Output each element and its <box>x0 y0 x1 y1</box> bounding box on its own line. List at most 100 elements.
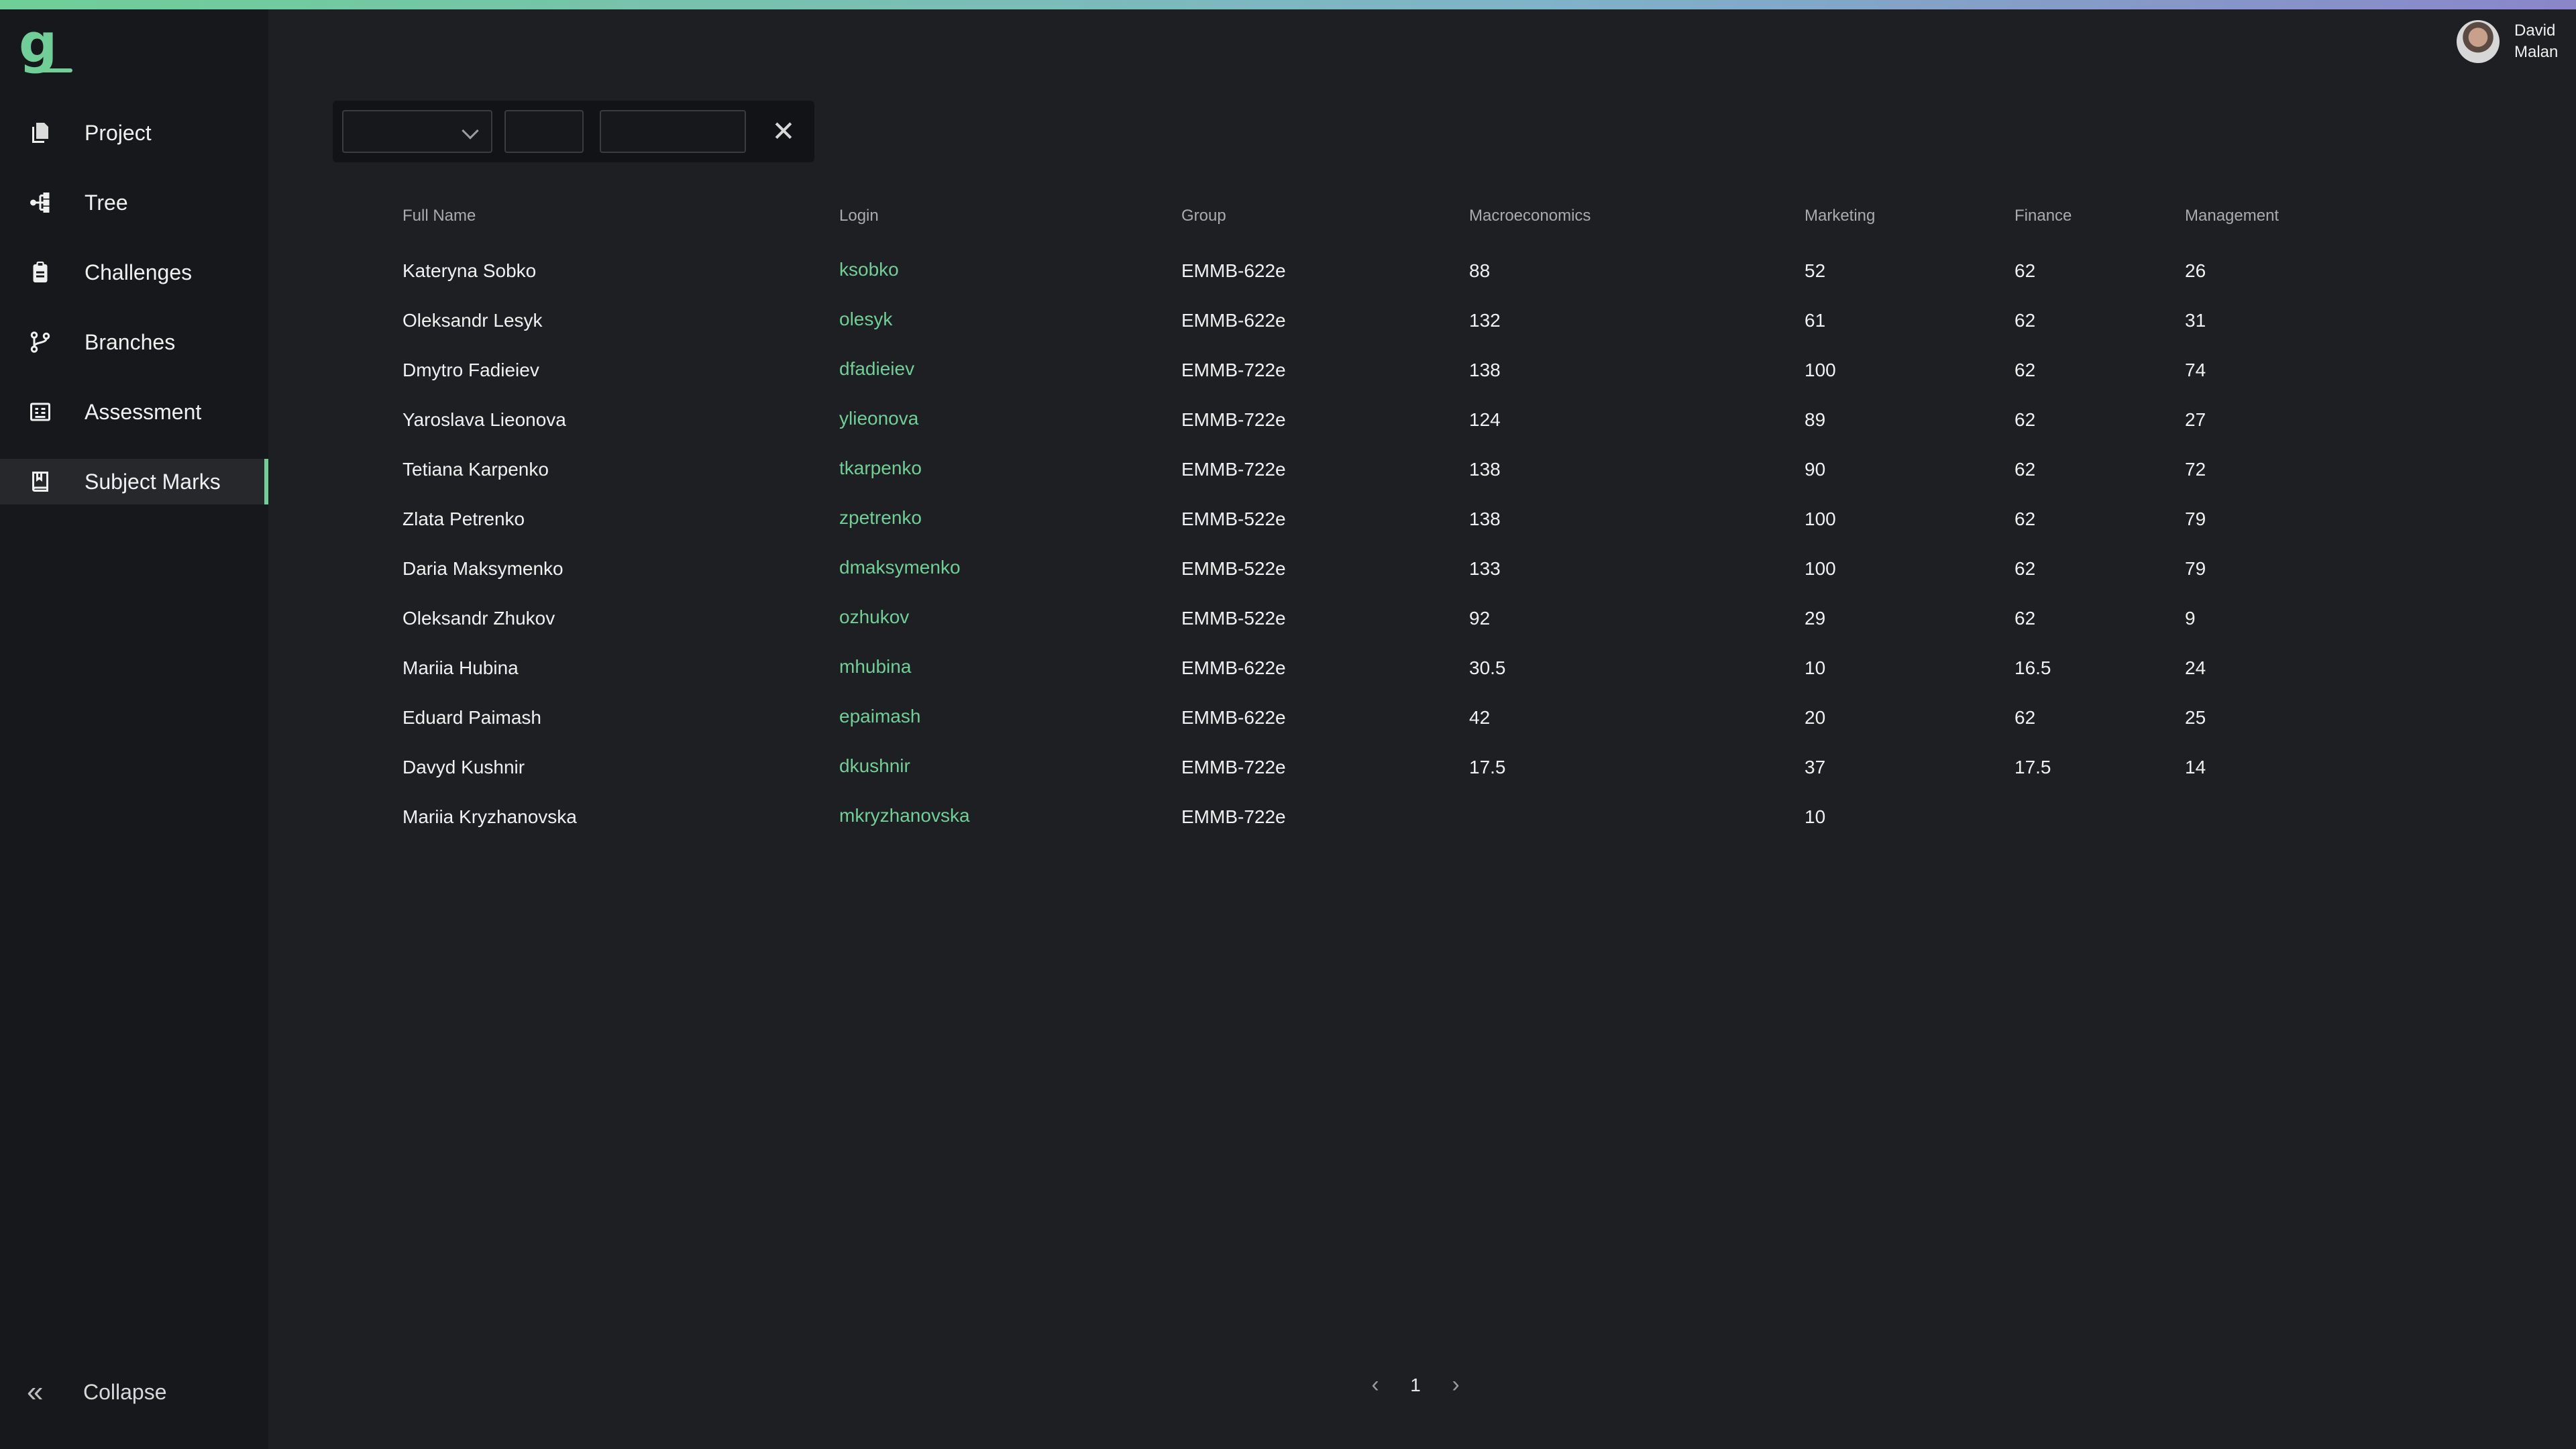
cell-marketing: 61 <box>1805 310 1826 331</box>
table-row[interactable]: Daria Maksymenko dmaksymenko EMMB-522e 133 1… <box>402 557 2415 608</box>
cell-full-name: Dmytro Fadieiev <box>402 360 539 380</box>
cell-management: 79 <box>2185 508 2206 529</box>
cell-group: EMMB-722e <box>1181 409 1286 430</box>
table-row[interactable]: Zlata Petrenko zpetrenko EMMB-522e 138 100 62… <box>402 507 2415 558</box>
column-header[interactable]: Group <box>1181 207 1226 225</box>
cell-finance: 62 <box>2015 558 2036 579</box>
table-row[interactable]: Yaroslava Lieonova ylieonova EMMB-722e 124 8… <box>402 408 2415 459</box>
cell-full-name: Zlata Petrenko <box>402 508 525 529</box>
sidebar-item-label: Project <box>85 120 152 145</box>
column-header[interactable]: Finance <box>2015 207 2072 225</box>
filter-input-long[interactable] <box>600 110 746 153</box>
table-row[interactable]: Davyd Kushnir dkushnir EMMB-722e 17.5 37 17.5… <box>402 755 2415 806</box>
user-name: David Malan <box>2514 20 2561 63</box>
logo-letter: g <box>19 12 58 74</box>
files-icon <box>27 119 54 146</box>
cell-full-name: Yaroslava Lieonova <box>402 409 566 430</box>
next-page-icon[interactable]: › <box>1442 1372 1469 1398</box>
cell-full-name: Eduard Paimash <box>402 707 542 728</box>
column-header[interactable]: Marketing <box>1805 207 1875 225</box>
cell-full-name: Kateryna Sobko <box>402 260 537 281</box>
cell-login[interactable]: mhubina <box>839 656 911 678</box>
pagination: ‹ 1 › <box>1362 1372 1469 1398</box>
cell-login[interactable]: ylieonova <box>839 408 918 429</box>
cell-group: EMMB-622e <box>1181 310 1286 331</box>
sidebar-item-tree[interactable]: Tree <box>0 180 268 225</box>
cell-finance: 62 <box>2015 459 2036 480</box>
cell-management: 14 <box>2185 757 2206 777</box>
cell-marketing: 10 <box>1805 657 1826 678</box>
table-row[interactable]: Kateryna Sobko ksobko EMMB-622e 88 52 62 26 <box>402 259 2415 310</box>
cell-login[interactable]: dmaksymenko <box>839 557 961 578</box>
sidebar-nav: Project Tree Challenges Branches Assessm… <box>0 110 268 529</box>
cell-finance: 17.5 <box>2015 757 2051 777</box>
cell-login[interactable]: mkryzhanovska <box>839 805 970 826</box>
table-row[interactable]: Eduard Paimash epaimash EMMB-622e 42 20 62 25 <box>402 706 2415 757</box>
table-row[interactable]: Mariia Kryzhanovska mkryzhanovska EMMB-722… <box>402 805 2415 856</box>
cell-group: EMMB-522e <box>1181 508 1286 529</box>
user-menu[interactable]: David Malan <box>2457 20 2561 63</box>
sidebar-item-label: Assessment <box>85 399 202 424</box>
sidebar-item-branches[interactable]: Branches <box>0 319 268 365</box>
cell-finance: 62 <box>2015 310 2036 331</box>
table-row[interactable]: Tetiana Karpenko tkarpenko EMMB-722e 138 90 6… <box>402 458 2415 508</box>
user-first-name: David <box>2514 21 2556 40</box>
app-logo[interactable]: g <box>19 17 75 76</box>
sidebar-item-subject-marks[interactable]: Subject Marks <box>0 459 268 504</box>
filter-input-short[interactable] <box>504 110 584 153</box>
column-header[interactable]: Full Name <box>402 207 476 225</box>
table-row[interactable]: Mariia Hubina mhubina EMMB-622e 30.5 10 16.5 2… <box>402 656 2415 707</box>
cell-management: 26 <box>2185 260 2206 281</box>
cell-marketing: 29 <box>1805 608 1826 629</box>
sidebar-item-label: Tree <box>85 190 128 215</box>
assessment-icon <box>27 398 54 425</box>
table-header: Full Name Login Group Macroeconomics Mar… <box>402 201 2415 260</box>
sidebar-item-challenges[interactable]: Challenges <box>0 250 268 295</box>
cell-full-name: Oleksandr Zhukov <box>402 608 555 629</box>
cell-marketing: 100 <box>1805 360 1836 380</box>
cell-login[interactable]: olesyk <box>839 309 892 330</box>
cell-login[interactable]: epaimash <box>839 706 920 727</box>
cell-login[interactable]: zpetrenko <box>839 507 922 529</box>
cell-management: 27 <box>2185 409 2206 430</box>
cell-group: EMMB-722e <box>1181 459 1286 480</box>
top-accent-bar <box>0 0 2576 9</box>
table-body: Kateryna Sobko ksobko EMMB-622e 88 52 62 26 Ole… <box>402 259 2415 856</box>
table-row[interactable]: Dmytro Fadieiev dfadieiev EMMB-722e 138 100 6… <box>402 358 2415 409</box>
cell-finance: 62 <box>2015 260 2036 281</box>
sidebar-item-project[interactable]: Project <box>0 110 268 156</box>
cell-full-name: Oleksandr Lesyk <box>402 310 543 331</box>
prev-page-icon[interactable]: ‹ <box>1362 1372 1389 1398</box>
sidebar-item-assessment[interactable]: Assessment <box>0 389 268 435</box>
cell-marketing: 10 <box>1805 806 1826 827</box>
avatar <box>2457 20 2500 63</box>
cell-marketing: 100 <box>1805 558 1836 579</box>
group-filter-select[interactable] <box>342 110 492 153</box>
cell-login[interactable]: ksobko <box>839 259 899 280</box>
collapse-button[interactable]: « Collapse <box>27 1375 167 1409</box>
cell-management: 72 <box>2185 459 2206 480</box>
cell-marketing: 37 <box>1805 757 1826 777</box>
clear-filters-button[interactable]: ✕ <box>762 110 805 153</box>
cell-full-name: Tetiana Karpenko <box>402 459 549 480</box>
cell-macroeconomics: 17.5 <box>1469 757 1506 777</box>
cell-macroeconomics: 133 <box>1469 558 1501 579</box>
cell-login[interactable]: tkarpenko <box>839 458 922 479</box>
cell-finance: 62 <box>2015 360 2036 380</box>
page-number[interactable]: 1 <box>1389 1375 1442 1396</box>
cell-management: 24 <box>2185 657 2206 678</box>
close-icon: ✕ <box>771 115 796 147</box>
table-row[interactable]: Oleksandr Zhukov ozhukov EMMB-522e 92 29 62 9 <box>402 606 2415 657</box>
cell-login[interactable]: dfadieiev <box>839 358 914 380</box>
cell-login[interactable]: dkushnir <box>839 755 910 777</box>
filter-bar: ✕ <box>333 101 814 162</box>
git-branch-icon <box>27 329 54 356</box>
column-header[interactable]: Management <box>2185 207 2279 225</box>
cell-login[interactable]: ozhukov <box>839 606 909 628</box>
column-header[interactable]: Macroeconomics <box>1469 207 1591 225</box>
cell-group: EMMB-622e <box>1181 260 1286 281</box>
column-header[interactable]: Login <box>839 207 879 225</box>
table-row[interactable]: Oleksandr Lesyk olesyk EMMB-622e 132 61 62 31 <box>402 309 2415 360</box>
chevron-down-icon <box>462 122 479 140</box>
cell-marketing: 52 <box>1805 260 1826 281</box>
